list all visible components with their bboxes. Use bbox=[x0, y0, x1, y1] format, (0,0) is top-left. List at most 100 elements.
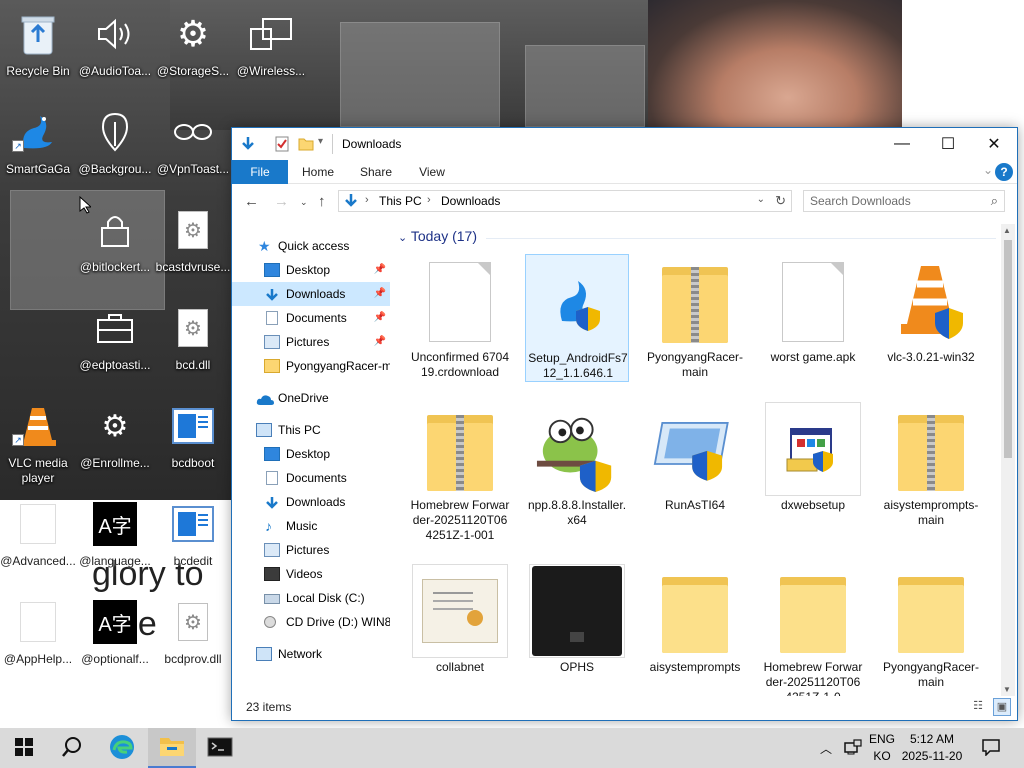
desktop-icon-enrollment[interactable]: ⚙ @Enrollme... bbox=[77, 400, 153, 480]
file-item[interactable]: Unconfirmed 670419.crdownload bbox=[408, 254, 512, 400]
nav-pc-documents[interactable]: Documents bbox=[232, 466, 390, 490]
minimize-button[interactable]: — bbox=[879, 128, 925, 160]
nav-quick-pictures[interactable]: Pictures 📌 bbox=[232, 330, 390, 354]
tab-home[interactable]: Home bbox=[296, 160, 340, 184]
desktop-icon-bcd-dll[interactable]: ⚙ bcd.dll bbox=[155, 302, 231, 382]
tab-share[interactable]: Share bbox=[354, 160, 398, 184]
refresh-icon[interactable]: ↻ bbox=[775, 193, 786, 209]
search-input[interactable] bbox=[810, 193, 980, 209]
nav-quick-downloads[interactable]: Downloads 📌 bbox=[232, 282, 390, 306]
nav-pc-downloads[interactable]: Downloads bbox=[232, 490, 390, 514]
desktop-icon-optionalfeatures[interactable]: A字 @optionalf... bbox=[77, 596, 153, 676]
file-item[interactable]: aisystemprompts bbox=[643, 564, 747, 696]
file-name: npp.8.8.8.Installer.x64 bbox=[527, 498, 627, 527]
nav-pc-desktop[interactable]: Desktop bbox=[232, 442, 390, 466]
large-icons-view-icon[interactable]: ▣ bbox=[993, 698, 1011, 716]
up-arrow-icon[interactable]: ↑ bbox=[318, 193, 326, 210]
file-item[interactable]: npp.8.8.8.Installer.x64 bbox=[525, 402, 629, 548]
tab-view[interactable]: View bbox=[410, 160, 454, 184]
vertical-scrollbar[interactable]: ▲ ▼ bbox=[1001, 224, 1015, 696]
desktop-icon-smartgaga[interactable]: ↗ SmartGaGa bbox=[0, 106, 76, 186]
file-item[interactable]: Homebrew Forwarder-20251120T064251Z-1-00… bbox=[408, 402, 512, 548]
nav-network[interactable]: Network bbox=[232, 642, 390, 666]
file-item[interactable]: aisystemprompts-main bbox=[879, 402, 983, 548]
details-view-icon[interactable]: ☷ bbox=[969, 698, 987, 716]
breadcrumb-downloads[interactable]: Downloads bbox=[441, 194, 500, 208]
nav-pc-cd-drive[interactable]: CD Drive (D:) WIN8I bbox=[232, 610, 390, 634]
desktop-icon-wireless[interactable]: @Wireless... bbox=[233, 8, 309, 88]
close-button[interactable]: ✕ bbox=[971, 128, 1017, 160]
file-item[interactable]: vlc-3.0.21-win32 bbox=[879, 254, 983, 400]
pin-icon[interactable]: 📌 bbox=[374, 330, 386, 354]
nav-quick-documents[interactable]: Documents 📌 bbox=[232, 306, 390, 330]
pin-icon[interactable]: 📌 bbox=[374, 282, 386, 306]
download-arrow-icon[interactable] bbox=[240, 136, 256, 152]
nav-quick-desktop[interactable]: Desktop 📌 bbox=[232, 258, 390, 282]
scrollbar-thumb[interactable] bbox=[1004, 240, 1012, 458]
desktop-icon-bcdedit[interactable]: bcdedit bbox=[155, 498, 231, 578]
back-arrow-icon[interactable]: ← bbox=[244, 193, 259, 210]
file-item[interactable]: PyongyangRacer-main bbox=[879, 564, 983, 696]
desktop-icon-vlc[interactable]: ↗ VLC media player bbox=[0, 400, 76, 485]
file-item[interactable]: dxwebsetup bbox=[761, 402, 865, 548]
nav-quick-pyongyangracer[interactable]: PyongyangRacer-m bbox=[232, 354, 390, 378]
nav-pc-music[interactable]: ♪ Music bbox=[232, 514, 390, 538]
nav-quick-access[interactable]: ★ Quick access bbox=[232, 234, 390, 258]
search-icon[interactable]: ⌕ bbox=[991, 193, 998, 209]
action-center-button[interactable] bbox=[982, 738, 1000, 768]
file-item[interactable]: Homebrew Forwarder-20251120T064251Z-1-0 bbox=[761, 564, 865, 696]
maximize-button[interactable]: ☐ bbox=[925, 128, 971, 160]
expand-ribbon-icon[interactable]: ⌄ bbox=[983, 163, 993, 177]
file-item[interactable]: collabnet bbox=[408, 564, 512, 696]
nav-onedrive[interactable]: OneDrive bbox=[232, 386, 390, 410]
desktop-icon-storages[interactable]: ⚙ @StorageS... bbox=[155, 8, 231, 88]
nav-pc-pictures[interactable]: Pictures bbox=[232, 538, 390, 562]
file-item[interactable]: RunAsTI64 bbox=[643, 402, 747, 548]
tab-file[interactable]: File bbox=[232, 160, 288, 184]
pin-icon[interactable]: 📌 bbox=[374, 258, 386, 282]
file-item[interactable]: PyongyangRacer-main bbox=[643, 254, 747, 400]
input-language-indicator[interactable]: ENG KO bbox=[868, 731, 896, 765]
taskbar-terminal-button[interactable] bbox=[196, 728, 244, 768]
desktop-icon-bcdprov[interactable]: ⚙ bcdprov.dll bbox=[155, 596, 231, 676]
desktop-icon-bcdboot[interactable]: bcdboot bbox=[155, 400, 231, 480]
desktop-icon-advanced[interactable]: @Advanced... bbox=[0, 498, 76, 578]
clock[interactable]: 5:12 AM 2025-11-20 bbox=[896, 731, 968, 765]
address-dropdown-icon[interactable]: ⌄ bbox=[757, 194, 765, 205]
network-status-icon[interactable] bbox=[844, 739, 862, 768]
desktop-icon-recycle-bin[interactable]: Recycle Bin bbox=[0, 8, 76, 88]
forward-arrow-icon[interactable]: → bbox=[274, 193, 289, 210]
file-item[interactable]: worst game.apk bbox=[761, 254, 865, 400]
file-item[interactable]: Setup_AndroidFs712_1.1.646.1 bbox=[525, 254, 629, 382]
address-bar[interactable]: › This PC › Downloads ⌄ ↻ bbox=[338, 190, 792, 212]
quick-toolbar-dropdown-icon[interactable]: ▾ bbox=[318, 136, 323, 147]
properties-icon[interactable] bbox=[274, 136, 290, 152]
start-button[interactable] bbox=[0, 728, 48, 768]
desktop-icon-apphelp[interactable]: @AppHelp... bbox=[0, 596, 76, 676]
desktop-icon-bcastdvruser[interactable]: ⚙ bcastdvruse... bbox=[155, 204, 231, 284]
nav-pc-videos[interactable]: Videos bbox=[232, 562, 390, 586]
desktop-icon-audiotoast[interactable]: @AudioToa... bbox=[77, 8, 153, 88]
search-button[interactable] bbox=[48, 728, 96, 768]
scroll-up-icon[interactable]: ▲ bbox=[1003, 226, 1011, 235]
show-hidden-icons-chevron-icon[interactable]: ︿ bbox=[820, 740, 832, 768]
breadcrumb-this-pc[interactable]: This PC bbox=[379, 194, 422, 208]
desktop-icon-edptoast[interactable]: @edptoasti... bbox=[77, 302, 153, 382]
recent-locations-icon[interactable]: ⌄ bbox=[300, 197, 308, 208]
taskbar-edge-button[interactable] bbox=[98, 728, 146, 768]
group-header[interactable]: ⌄ Today (17) bbox=[398, 228, 477, 244]
taskbar-file-explorer-button[interactable] bbox=[148, 728, 196, 768]
desktop-icon-language[interactable]: A字 @language... bbox=[77, 498, 153, 578]
scroll-down-icon[interactable]: ▼ bbox=[1003, 685, 1011, 694]
search-box[interactable]: ⌕ bbox=[803, 190, 1005, 212]
pin-icon[interactable]: 📌 bbox=[374, 306, 386, 330]
folder-icon bbox=[653, 570, 737, 654]
desktop-icon-vpntoast[interactable]: @VpnToast... bbox=[155, 106, 231, 186]
desktop-icon-background[interactable]: @Backgrou... bbox=[77, 106, 153, 186]
nav-this-pc[interactable]: This PC bbox=[232, 418, 390, 442]
taskbar: ︿ ENG KO 5:12 AM 2025-11-20 bbox=[0, 728, 1024, 768]
new-folder-icon[interactable] bbox=[298, 136, 314, 152]
help-icon[interactable]: ? bbox=[995, 163, 1013, 181]
file-item[interactable]: OPHS bbox=[525, 564, 629, 696]
nav-pc-local-disk[interactable]: Local Disk (C:) bbox=[232, 586, 390, 610]
